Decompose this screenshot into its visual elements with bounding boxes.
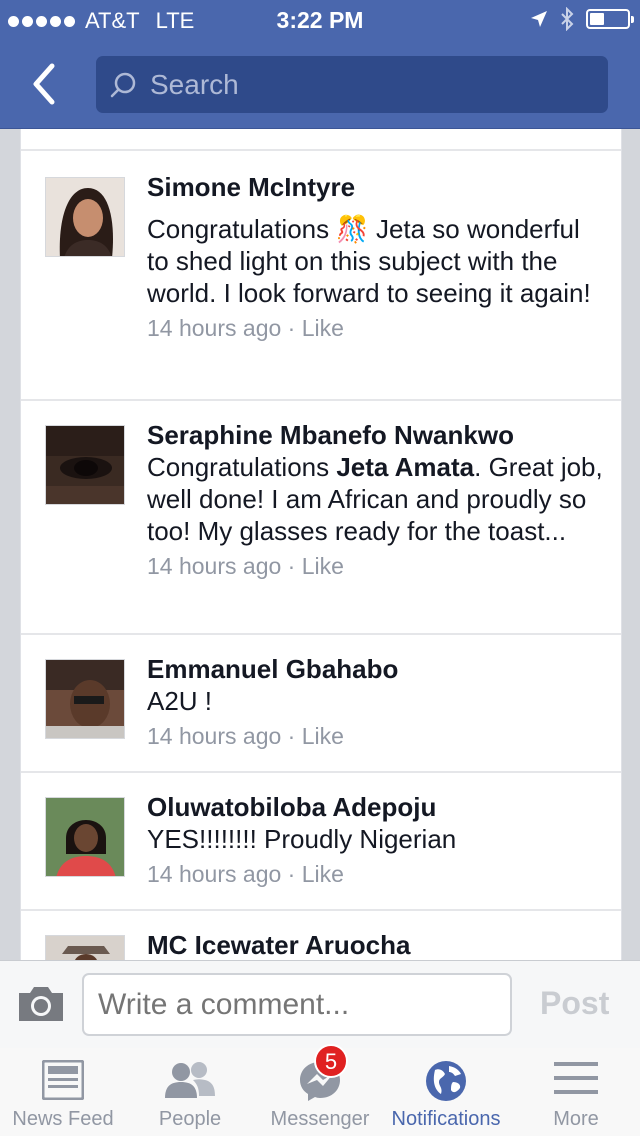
separator: · [287, 861, 296, 887]
people-icon [165, 1062, 215, 1098]
previous-comment-edge [21, 129, 621, 149]
timestamp: 14 hours ago [147, 315, 282, 341]
tab-bar: News Feed People 5 Messenger Notificatio… [0, 1044, 640, 1136]
tab-label: People [158, 1108, 222, 1130]
battery-icon [586, 9, 634, 29]
comment-item: Emmanuel Gbahabo A2U ! 14 hours ago · Li… [21, 633, 621, 771]
bluetooth-icon [561, 7, 574, 31]
like-link[interactable]: Like [302, 723, 344, 749]
separator: · [287, 315, 296, 341]
separator: · [287, 553, 296, 579]
avatar[interactable] [45, 177, 125, 257]
comment-item: Oluwatobiloba Adepoju YES!!!!!!!! Proudl… [21, 771, 621, 909]
comment-text: Congratulations 🎊 Jeta so wonderful to s… [147, 213, 603, 309]
comment-item: Seraphine Mbanefo Nwankwo Congratulation… [21, 399, 621, 633]
tab-messenger[interactable]: 5 Messenger [254, 1044, 386, 1136]
tab-label: Messenger [270, 1108, 370, 1130]
top-bar: AT&T LTE 3:22 PM Search [0, 0, 640, 129]
avatar[interactable] [45, 797, 125, 877]
like-link[interactable]: Like [302, 553, 344, 579]
comment-text-part: Congratulations [147, 452, 337, 482]
comment-text-part: Congratulations [147, 214, 337, 244]
menu-icon [554, 1062, 598, 1094]
tab-label: More [553, 1108, 599, 1130]
search-placeholder: Search [150, 68, 239, 100]
comment-text: A2U ! [147, 686, 213, 716]
search-icon [110, 72, 136, 97]
like-link[interactable]: Like [302, 315, 344, 341]
avatar[interactable] [45, 425, 125, 505]
comment-composer: Post [0, 960, 640, 1049]
commenter-name[interactable]: Seraphine Mbanefo Nwankwo [147, 419, 603, 451]
party-popper-emoji: 🎊 [336, 214, 369, 244]
news-feed-icon [42, 1060, 84, 1100]
back-arrow-icon[interactable] [24, 60, 64, 108]
globe-icon [426, 1061, 466, 1101]
unread-badge: 5 [314, 1044, 348, 1078]
separator: · [287, 723, 296, 749]
search-bar[interactable]: Search [96, 56, 608, 113]
commenter-name[interactable]: Simone McIntyre [147, 171, 603, 203]
comment-meta: 14 hours ago · Like [147, 551, 603, 581]
mention-link[interactable]: Jeta Amata [336, 452, 474, 482]
commenter-name[interactable]: MC Icewater Aruocha [147, 929, 603, 960]
camera-icon[interactable] [16, 983, 66, 1023]
tab-more[interactable]: More [512, 1048, 640, 1136]
avatar[interactable] [45, 935, 125, 960]
commenter-name[interactable]: Oluwatobiloba Adepoju [147, 791, 603, 823]
post-button[interactable]: Post [540, 985, 609, 1022]
comment-meta: 14 hours ago · Like [147, 721, 603, 751]
timestamp: 14 hours ago [147, 723, 282, 749]
comment-text: YES!!!!!!!! Proudly Nigerian [147, 824, 457, 854]
comment-item: Simone McIntyre Congratulations 🎊 Jeta s… [21, 149, 621, 399]
timestamp: 14 hours ago [147, 861, 282, 887]
comment-meta: 14 hours ago · Like [147, 859, 603, 889]
avatar[interactable] [45, 659, 125, 739]
tab-news-feed[interactable]: News Feed [0, 1048, 126, 1136]
comment-meta: 14 hours ago · Like [147, 313, 603, 343]
like-link[interactable]: Like [302, 861, 344, 887]
comment-input[interactable] [82, 973, 512, 1036]
timestamp: 14 hours ago [147, 553, 282, 579]
comments-list[interactable]: Simone McIntyre Congratulations 🎊 Jeta s… [20, 129, 622, 960]
comment-text: Congratulations Jeta Amata. Great job, w… [147, 451, 603, 547]
comment-item: MC Icewater Aruocha [21, 909, 621, 960]
commenter-name[interactable]: Emmanuel Gbahabo [147, 653, 603, 685]
tab-label: News Feed [12, 1108, 114, 1130]
tab-label: Notifications [391, 1108, 501, 1130]
status-bar: AT&T LTE 3:22 PM [0, 0, 640, 40]
location-icon [531, 11, 547, 27]
tab-notifications[interactable]: Notifications [386, 1048, 506, 1136]
tab-people[interactable]: People [126, 1048, 254, 1136]
